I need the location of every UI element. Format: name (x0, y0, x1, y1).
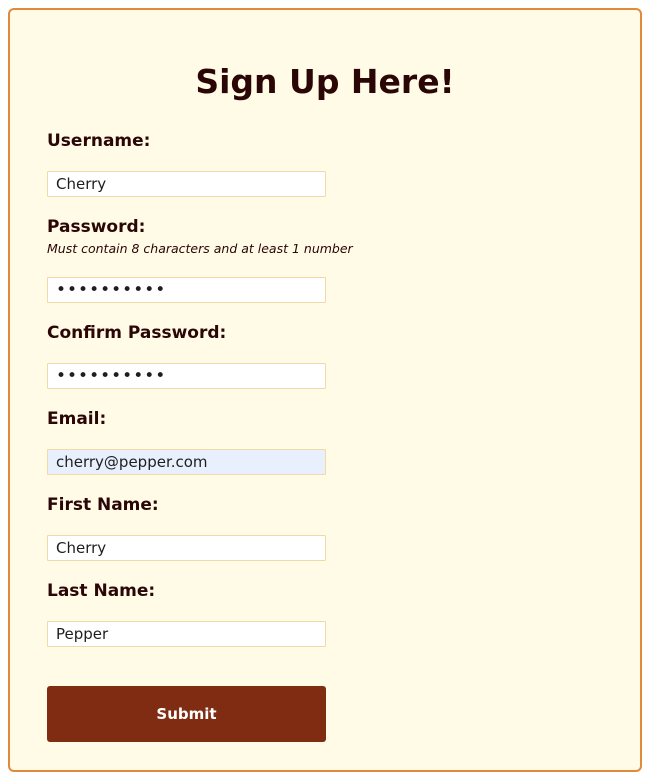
password-label: Password: (47, 217, 146, 237)
first-name-label: First Name: (47, 495, 159, 515)
confirm-password-label: Confirm Password: (47, 323, 227, 343)
signup-card: Sign Up Here! Username: Password: Must c… (8, 8, 642, 772)
email-input[interactable] (47, 449, 326, 475)
first-name-input[interactable] (47, 535, 326, 561)
email-label: Email: (47, 409, 107, 429)
last-name-label: Last Name: (47, 581, 156, 601)
password-hint: Must contain 8 characters and at least 1… (47, 241, 353, 256)
last-name-input[interactable] (47, 621, 326, 647)
username-label: Username: (47, 131, 151, 151)
page-title: Sign Up Here! (195, 62, 455, 101)
confirm-password-input[interactable] (47, 363, 326, 389)
password-input[interactable] (47, 277, 326, 303)
submit-button[interactable]: Submit (47, 686, 326, 742)
username-input[interactable] (47, 171, 326, 197)
